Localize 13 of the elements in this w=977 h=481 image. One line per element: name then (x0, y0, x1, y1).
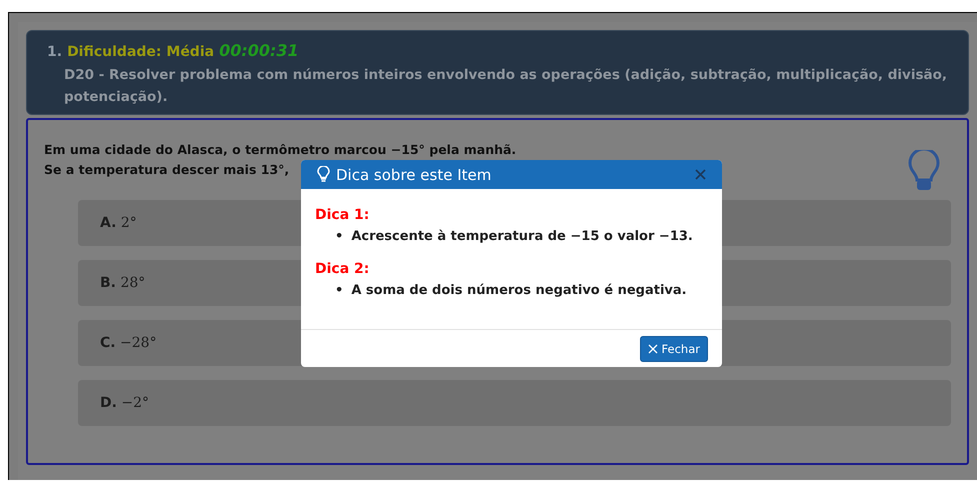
hint-label: Dica 1: (315, 207, 370, 223)
statement-text: Se a temperatura descer mais 13°, (44, 161, 290, 179)
dialog-title: Dica sobre este Item (336, 166, 492, 184)
descriptor-text: D20 - Resolver problema com números inteiros envolvendo as operações (adição, subtração, multiplicação, divisão, potenciação). (64, 66, 948, 107)
hint-text: A soma de dois números negativo é negativa. (351, 282, 687, 300)
bullet: • (335, 282, 344, 300)
hint-label: Dica 2: (315, 261, 370, 277)
question-number: 1. (47, 44, 62, 60)
hint-text: Acrescente à temperatura de −15 o valor −13. (351, 228, 693, 246)
statement-text: Em uma cidade do Alasca, o termômetro marcou −15° pela manhã. (44, 141, 516, 159)
bullet: • (335, 228, 344, 246)
difficulty-label: Dificuldade: Média (67, 44, 214, 60)
timer: 00:00:31 (219, 41, 299, 60)
